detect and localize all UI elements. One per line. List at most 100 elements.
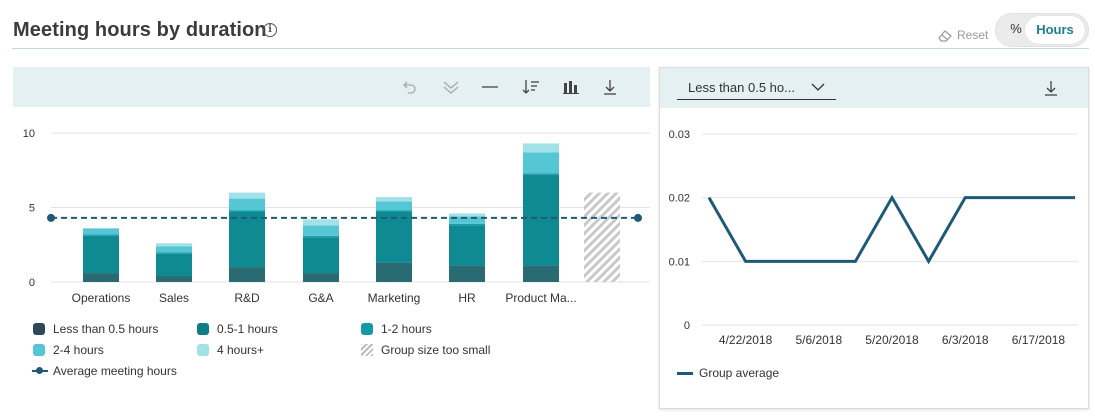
bar-segment[interactable] bbox=[303, 235, 339, 238]
bar-segment[interactable] bbox=[376, 262, 412, 282]
bar-segment[interactable] bbox=[229, 192, 265, 199]
bar-chart: 0 5 10 Operations Sales R&D G&A Marketing HR Prod… bbox=[23, 128, 650, 305]
chevron-down-icon bbox=[811, 81, 825, 96]
legend-item-1-2[interactable]: 1-2 hours bbox=[361, 322, 432, 336]
bar-segment[interactable] bbox=[83, 234, 119, 236]
bar-segment[interactable] bbox=[523, 174, 559, 266]
line-chart-panel: Less than 0.5 ho... 0 0.01 0.02 0.03 4/22/20… bbox=[659, 67, 1089, 409]
too-small-bar[interactable] bbox=[584, 192, 620, 282]
bar-chart-panel: 0 5 10 Operations Sales R&D G&A Marketing HR Prod… bbox=[13, 67, 650, 417]
bar-segment[interactable] bbox=[376, 197, 412, 202]
download-icon[interactable] bbox=[600, 77, 620, 97]
bar-segment[interactable] bbox=[229, 211, 265, 268]
legend-swatch bbox=[361, 344, 373, 356]
legend-swatch bbox=[33, 323, 45, 335]
reset-label: Reset bbox=[957, 28, 989, 42]
legend-item-4-plus[interactable]: 4 hours+ bbox=[197, 343, 264, 357]
bar-segment[interactable] bbox=[303, 273, 339, 282]
x-tick-label: Sales bbox=[159, 291, 189, 305]
sort-icon[interactable] bbox=[521, 77, 541, 97]
x-tick-label: 6/17/2018 bbox=[1012, 333, 1066, 347]
bar-segment[interactable] bbox=[156, 243, 192, 247]
y-tick-label: 0 bbox=[29, 277, 35, 289]
bar-segment[interactable] bbox=[449, 265, 485, 282]
legend-swatch bbox=[361, 323, 373, 335]
average-line-icon[interactable] bbox=[480, 77, 500, 97]
x-tick-label: HR bbox=[458, 291, 476, 305]
bar-segment[interactable] bbox=[83, 228, 119, 235]
bar-segment[interactable] bbox=[449, 213, 485, 217]
bar-chart-toolbar bbox=[13, 67, 650, 107]
unit-toggle[interactable]: % Hours bbox=[995, 13, 1089, 47]
x-tick-label: 5/6/2018 bbox=[795, 333, 842, 347]
chart-type-icon[interactable] bbox=[561, 77, 581, 97]
header: Meeting hours by duration i Reset % Hour… bbox=[0, 0, 1095, 52]
toggle-hours[interactable]: Hours bbox=[1025, 16, 1085, 44]
y-tick-label: 0 bbox=[684, 320, 690, 332]
x-tick-label: 4/22/2018 bbox=[719, 333, 773, 347]
line-chart-toolbar: Less than 0.5 ho... bbox=[660, 68, 1088, 108]
legend-label: Average meeting hours bbox=[53, 364, 177, 378]
bar-segment[interactable] bbox=[229, 198, 265, 211]
x-tick-label: Operations bbox=[72, 291, 131, 305]
average-point[interactable] bbox=[47, 213, 55, 222]
bar-segment[interactable] bbox=[229, 210, 265, 212]
legend-label: 1-2 hours bbox=[381, 322, 432, 336]
bar-segment[interactable] bbox=[523, 143, 559, 153]
y-tick-label: 10 bbox=[23, 128, 35, 140]
bar-segment[interactable] bbox=[449, 225, 485, 266]
legend-label: Group average bbox=[699, 366, 780, 380]
average-point[interactable] bbox=[634, 213, 642, 222]
bar-segment[interactable] bbox=[229, 267, 265, 282]
legend-label: Less than 0.5 hours bbox=[53, 322, 159, 336]
legend-swatch bbox=[197, 323, 209, 335]
drill-down-icon[interactable] bbox=[441, 77, 461, 97]
reset-button[interactable]: Reset bbox=[937, 28, 988, 42]
legend-label: 2-4 hours bbox=[53, 343, 104, 357]
x-tick-label: G&A bbox=[308, 291, 333, 305]
y-tick-label: 0.03 bbox=[669, 129, 690, 141]
bar-segment[interactable] bbox=[376, 211, 412, 263]
legend-label: Group size too small bbox=[381, 343, 491, 357]
bar-segment[interactable] bbox=[156, 253, 192, 277]
info-icon[interactable]: i bbox=[263, 23, 277, 37]
bar-segment[interactable] bbox=[156, 246, 192, 253]
legend-swatch bbox=[33, 344, 45, 356]
bar-segment[interactable] bbox=[83, 235, 119, 274]
bar-segment[interactable] bbox=[449, 223, 485, 226]
bar-segment[interactable] bbox=[303, 219, 339, 226]
legend-item-2-4[interactable]: 2-4 hours bbox=[33, 343, 104, 357]
header-divider bbox=[12, 48, 1089, 49]
duration-dropdown[interactable]: Less than 0.5 ho... bbox=[677, 78, 836, 100]
bar-segment[interactable] bbox=[523, 173, 559, 175]
legend-item-0-5-1[interactable]: 0.5-1 hours bbox=[197, 322, 278, 336]
line-chart-legend: Group average bbox=[677, 366, 779, 380]
bar-segment[interactable] bbox=[376, 201, 412, 211]
series-line[interactable] bbox=[707, 194, 1075, 265]
x-tick-label: 5/20/2018 bbox=[865, 333, 919, 347]
legend-swatch bbox=[197, 344, 209, 356]
x-tick-label: 6/3/2018 bbox=[942, 333, 989, 347]
line-chart: 0 0.01 0.02 0.03 4/22/2018 5/6/2018 5/20/2018 6… bbox=[669, 129, 1078, 347]
undo-icon[interactable] bbox=[400, 77, 420, 97]
legend-label: 0.5-1 hours bbox=[217, 322, 278, 336]
bar-segment[interactable] bbox=[303, 225, 339, 236]
y-tick-label: 5 bbox=[29, 203, 35, 215]
x-tick-label: Product Ma... bbox=[505, 291, 576, 305]
bar-segment[interactable] bbox=[83, 273, 119, 282]
legend-item-too-small[interactable]: Group size too small bbox=[361, 343, 490, 357]
bar-segment[interactable] bbox=[156, 252, 192, 254]
bar-segment[interactable] bbox=[523, 152, 559, 174]
legend-item-average[interactable]: Average meeting hours bbox=[32, 364, 177, 378]
y-tick-label: 0.01 bbox=[669, 256, 690, 268]
bar-segment[interactable] bbox=[156, 276, 192, 282]
download-icon[interactable] bbox=[1041, 78, 1061, 98]
bar-segment[interactable] bbox=[303, 237, 339, 274]
legend-item-lt-0-5[interactable]: Less than 0.5 hours bbox=[33, 322, 158, 336]
x-tick-label: R&D bbox=[234, 291, 260, 305]
legend-label: 4 hours+ bbox=[217, 343, 265, 357]
bar-segment[interactable] bbox=[376, 210, 412, 212]
legend-swatch bbox=[32, 365, 48, 377]
eraser-icon bbox=[938, 29, 952, 42]
bar-segment[interactable] bbox=[523, 265, 559, 282]
